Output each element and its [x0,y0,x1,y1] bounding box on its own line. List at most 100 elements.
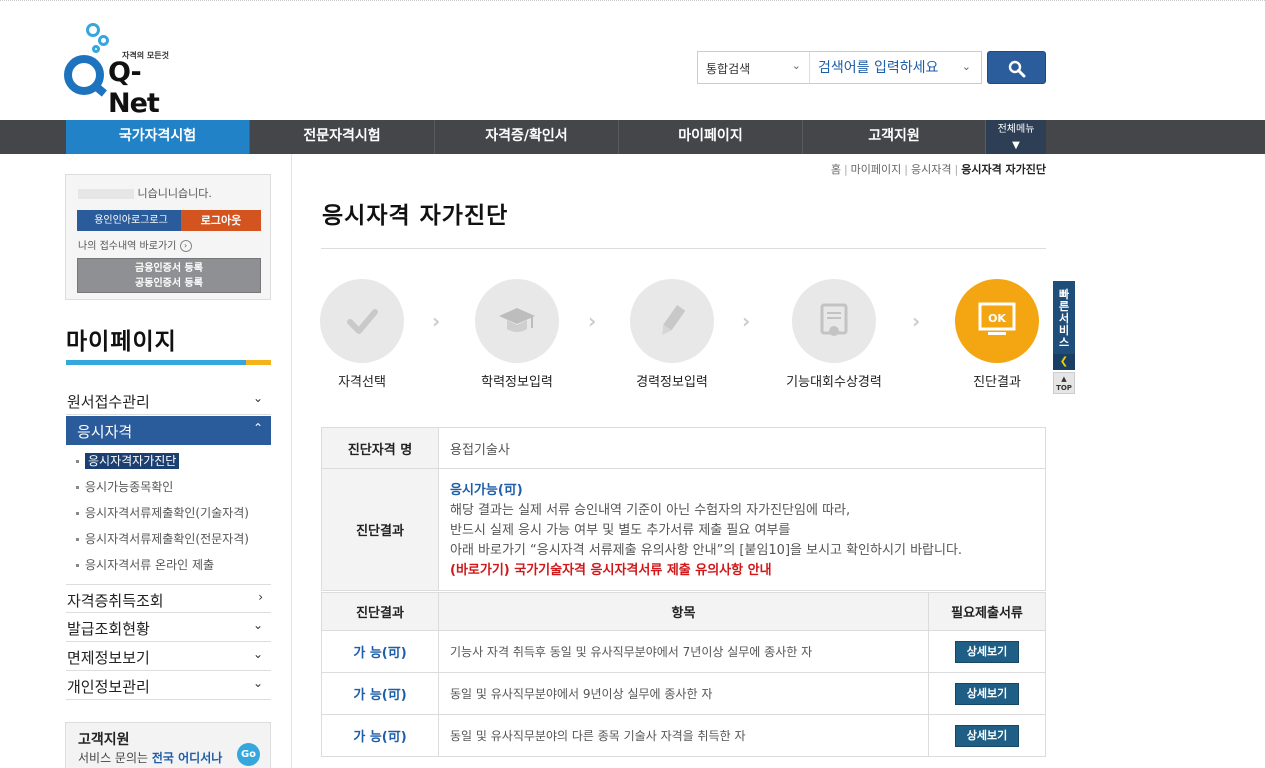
page-title: 응시자격 자가진단 [322,203,509,229]
step-arrow-icon: › [588,309,597,333]
sidebar-item-exemption[interactable]: 면제정보보기 ⌄ [66,642,271,671]
step-label: 자격선택 [338,375,386,390]
logo-q-tail [91,81,107,97]
greeting-text: 니습니니습니다. [137,187,212,200]
search-button[interactable] [987,51,1046,84]
breadcrumb-home[interactable]: 홈 [831,163,841,176]
quick-service-label: 빠른서비스 [1058,288,1070,349]
sidebar-item-application[interactable]: 원서접수관리 ⌄ [66,386,271,415]
table-row: 가 능(可) 기능사 자격 취득후 동일 및 유사직무분야에서 7년이상 실무에… [321,630,1046,673]
column-header: 항목 [438,592,929,631]
sidebar-item-cert-lookup[interactable]: 자격증취득조회 › [66,584,271,613]
chevron-down-icon: ⌄ [252,676,263,690]
eligibility-items-table: 진단결과 항목 필요제출서류 가 능(可) 기능사 자격 취득후 동일 및 유사… [321,592,1046,757]
scroll-top-button[interactable]: ▲ TOP [1053,372,1075,394]
login-box: 니습니니습니다. 용인인아로그로그 로그아웃 나의 접수내역 바로가기 › 금융… [65,174,271,300]
chevron-down-icon: ⌄ [252,391,263,405]
logo-text: Q-Net [108,57,160,119]
title-divider [321,248,1046,249]
table-row: 진단결과 응시가능(可) 해당 결과는 실제 서류 승인내역 기준이 아닌 수험… [321,468,1046,591]
sub-item-label: 응시자격서류 온라인 제출 [85,558,215,572]
row-action: 상세보기 [928,630,1046,673]
sidebar-item-eligibility[interactable]: 응시자격 ⌃ [66,416,271,445]
logo-bubble [92,45,100,53]
cs-text-highlight: 전국 어디서나 [151,751,223,765]
row-action: 상세보기 [928,672,1046,715]
sidebar-item-issue-status[interactable]: 발급조회현황 ⌄ [66,613,271,642]
bullet [76,486,79,489]
gnb-mypage[interactable]: 마이페이지 [619,120,803,154]
header-cell: 진단자격 명 [321,427,439,469]
step-arrow-icon: › [742,309,751,333]
chevron-down-icon[interactable]: ⌄ [962,60,971,73]
cs-go-button[interactable]: Go [237,743,260,766]
sidebar-item-label: 발급조회현황 [67,620,150,638]
sidebar-title: 마이페이지 [66,329,177,355]
gnb-national-exam[interactable]: 국가자격시험 [66,120,250,154]
sub-item-self-diagnosis[interactable]: 응시자격자가진단 [76,452,180,469]
table-row: 진단자격 명 용접기술사 [321,427,1046,469]
step-2-circle [475,279,559,363]
breadcrumb-mypage[interactable]: 마이페이지 [851,163,902,176]
step-label: 진단결과 [973,375,1021,390]
detail-view-button[interactable]: 상세보기 [955,724,1019,747]
row-description: 동일 및 유사직무분야의 다른 종목 기술사 자격을 취득한 자 [438,714,929,757]
search-scope-label: 통합검색 [706,62,751,76]
result-note: 해당 결과는 실제 서류 승인내역 기준이 아닌 수험자의 자가진단임에 따라, [450,502,851,518]
search-scope-select[interactable]: 통합검색 ⌄ [698,52,810,83]
detail-view-button[interactable]: 상세보기 [955,640,1019,663]
step-arrow-icon: › [912,309,921,333]
chevron-down-icon: ⌄ [252,647,263,661]
all-menu-button[interactable]: 전체메뉴 ▼ [986,120,1046,154]
diagnosis-result-cell: 응시가능(可) 해당 결과는 실제 서류 승인내역 기준이 아닌 수험자의 자가… [438,468,1046,591]
result-note: 아래 바로가기 “응시자격 서류제출 유의사항 안내”의 [붙임10]을 보시고… [450,542,963,558]
login-greeting: 니습니니습니다. [78,185,258,201]
gnb-professional-exam[interactable]: 전문자격시험 [250,120,435,154]
header-cell: 진단결과 [321,468,439,591]
chevron-down-icon: ⌄ [252,618,263,632]
masked-user-name [78,189,134,199]
svg-text:OK: OK [988,312,1006,325]
sub-item-online-submit[interactable]: 응시자격서류 온라인 제출 [76,556,214,573]
row-result: 가 능(可) [321,714,439,757]
row-description: 기능사 자격 취득후 동일 및 유사직무분야에서 7년이상 실무에 종사한 자 [438,630,929,673]
detail-view-button[interactable]: 상세보기 [955,682,1019,705]
bullet [76,564,79,567]
search-box: 통합검색 ⌄ ⌄ [697,51,982,84]
gnb-certificates[interactable]: 자격증/확인서 [435,120,619,154]
step-5-circle-active: OK [955,279,1039,363]
chevron-left-icon[interactable]: ❮ [1053,354,1075,370]
row-result: 가 능(可) [321,672,439,715]
table-row: 가 능(可) 동일 및 유사직무분야에서 9년이상 실무에 종사한 자 상세보기 [321,672,1046,715]
sub-item-eligible-subjects[interactable]: 응시가능종목확인 [76,478,173,495]
step-1-circle [320,279,404,363]
step-4-circle [792,279,876,363]
logout-button[interactable]: 로그아웃 [181,210,261,231]
bullet [76,538,79,541]
guide-link[interactable]: (바로가기) 국가기술자격 응시자격서류 제출 유의사항 안내 [450,561,1034,581]
sub-item-label: 응시가능종목확인 [85,480,174,494]
qnet-logo[interactable]: 자격의 모든것 Q-Net [64,21,184,119]
sub-item-doc-check-tech[interactable]: 응시자격서류제출확인(기술자격) [76,504,249,521]
logo-bubble [86,23,100,37]
search-input[interactable] [811,52,981,83]
sidebar-item-label: 개인정보관리 [67,678,150,696]
chevron-down-icon: ⌄ [791,59,801,72]
certificate-register-button[interactable]: 금융인증서 등록 공동인증서 등록 [77,258,261,293]
sub-item-doc-check-pro[interactable]: 응시자격서류제출확인(전문자격) [76,530,249,547]
row-description: 동일 및 유사직무분야에서 9년이상 실무에 종사한 자 [438,672,929,715]
step-label: 학력정보입력 [481,375,553,390]
breadcrumb-eligibility[interactable]: 응시자격 [911,163,951,176]
gnb-customer-support[interactable]: 고객지원 [803,120,986,154]
change-password-button[interactable]: 용인인아로그로그 [77,210,185,231]
step-label: 기능대회수상경력 [786,375,882,390]
column-header: 필요제출서류 [928,592,1046,631]
financial-cert-label: 금융인증서 등록 [135,263,203,274]
top-label: TOP [1056,384,1072,392]
left-sidebar: 니습니니습니다. 용인인아로그로그 로그아웃 나의 접수내역 바로가기 › 금융… [0,154,292,768]
sidebar-item-personal-info[interactable]: 개인정보관리 ⌄ [66,671,271,700]
receipt-link-label: 나의 접수내역 바로가기 [78,241,177,252]
breadcrumb-current: 응시자격 자가진단 [961,163,1046,176]
joint-cert-label: 공동인증서 등록 [135,278,203,289]
receipt-history-link[interactable]: 나의 접수내역 바로가기 › [78,237,192,252]
